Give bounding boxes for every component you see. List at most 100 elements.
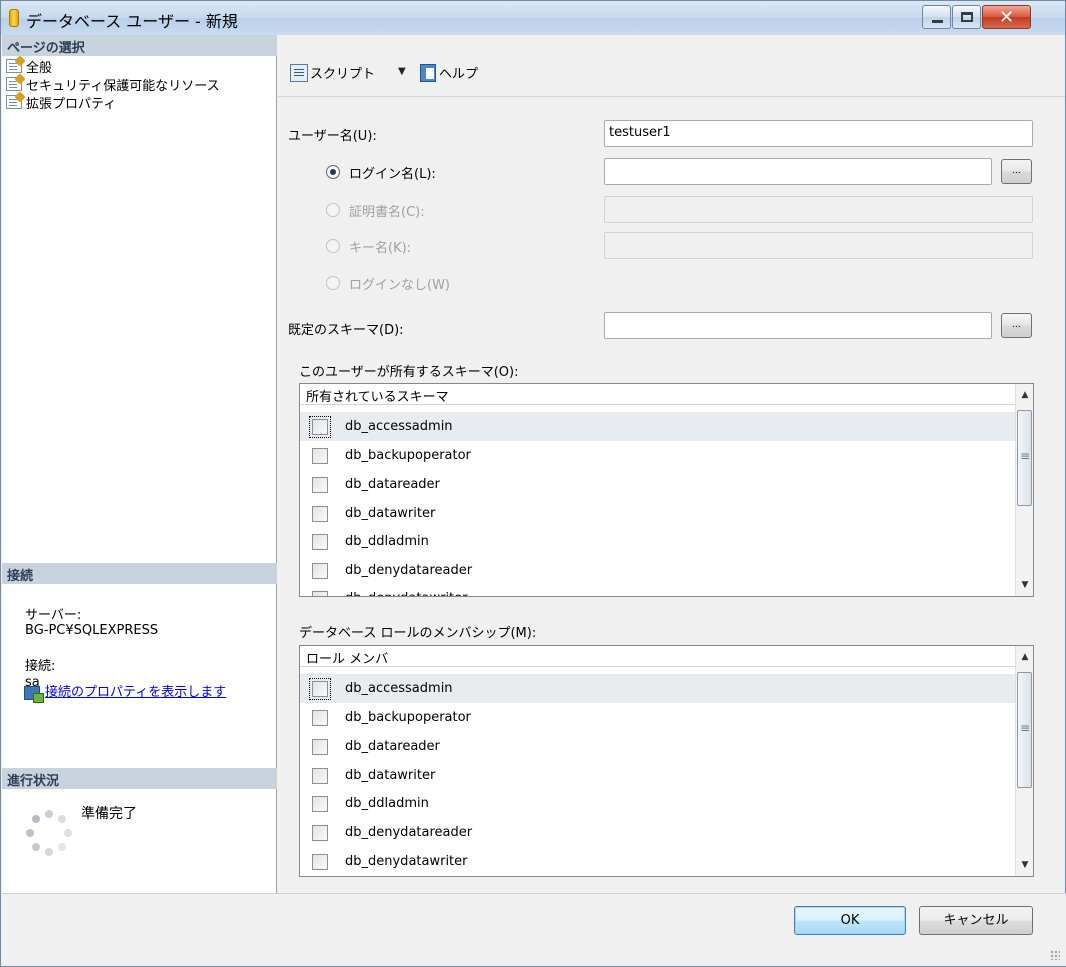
checkbox[interactable] [312, 476, 328, 493]
checkbox[interactable] [312, 447, 328, 464]
connection-label: 接続: [25, 659, 56, 674]
checkbox[interactable] [312, 795, 328, 812]
scroll-up-icon[interactable]: ▲ [1016, 648, 1033, 666]
help-label: ヘルプ [439, 67, 479, 82]
key-name-input [604, 232, 1033, 259]
username-label: ユーザー名(U): [288, 129, 377, 144]
list-item-label: db_ddladmin [345, 534, 429, 549]
checkbox[interactable] [312, 738, 328, 755]
minimize-button[interactable] [922, 5, 951, 29]
connection-properties-icon [24, 686, 44, 703]
checkbox[interactable] [312, 533, 328, 550]
checkbox[interactable] [309, 415, 331, 438]
checkbox[interactable] [312, 562, 328, 579]
close-button[interactable]: ✕ [982, 5, 1031, 29]
list-item[interactable]: db_datareader [300, 470, 1015, 499]
cert-name-radio[interactable] [326, 203, 340, 217]
checkbox[interactable] [312, 767, 328, 784]
list-item[interactable]: db_denydatareader [300, 818, 1015, 847]
view-connection-properties-link[interactable]: 接続のプロパティを表示します [45, 685, 260, 700]
login-name-browse-button[interactable]: ... [1001, 159, 1032, 184]
script-dropdown-arrow-icon[interactable]: ▼ [398, 66, 406, 77]
owned-schemas-column-header[interactable]: 所有されているスキーマ [300, 384, 1015, 405]
minimize-icon [932, 20, 943, 23]
checkbox[interactable] [312, 853, 328, 870]
list-item[interactable]: db_accessadmin [300, 412, 1015, 441]
close-icon: ✕ [999, 7, 1015, 28]
scroll-thumb[interactable] [1017, 410, 1032, 506]
page-icon [6, 95, 22, 109]
list-item-label: db_datareader [345, 739, 440, 754]
list-item[interactable]: db_backupoperator [300, 441, 1015, 470]
cancel-button[interactable]: キャンセル [919, 906, 1033, 935]
default-schema-browse-button[interactable]: ... [1001, 313, 1032, 338]
list-item[interactable]: db_denydatawriter [300, 584, 1015, 596]
list-item-label: db_accessadmin [345, 681, 453, 696]
owned-schemas-label: このユーザーが所有するスキーマ(O): [299, 365, 519, 380]
scroll-down-icon[interactable]: ▼ [1016, 576, 1033, 594]
scroll-down-icon[interactable]: ▼ [1016, 856, 1033, 874]
default-schema-input[interactable] [604, 312, 992, 339]
database-icon [9, 9, 19, 27]
page-label-general: 全般 [26, 56, 53, 76]
list-item-label: db_denydatareader [345, 563, 473, 578]
list-item[interactable]: db_accessadmin [300, 674, 1015, 703]
list-item[interactable]: db_datareader [300, 732, 1015, 761]
checkbox[interactable] [312, 709, 328, 726]
resize-grip-icon[interactable] [1050, 950, 1060, 960]
list-item-label: db_ddladmin [345, 796, 429, 811]
owned-schemas-scrollbar[interactable]: ▲ ▼ [1015, 384, 1033, 596]
page-item-securables[interactable]: セキュリティ保護可能なリソース [6, 75, 220, 94]
ok-button[interactable]: OK [794, 906, 906, 935]
owned-schemas-list[interactable]: 所有されているスキーマ db_accessadmin db_backupoper… [299, 383, 1034, 597]
dialog-window: データベース ユーザー - 新規 ✕ ページの選択 全般 セキュリティ保護可能な… [0, 0, 1066, 967]
page-item-general[interactable]: 全般 [6, 56, 53, 76]
pages-header: ページの選択 [2, 35, 277, 56]
role-membership-list[interactable]: ロール メンバ db_accessadmin db_backupoperator… [299, 645, 1034, 877]
list-item-label: db_denydatawriter [345, 854, 468, 869]
script-icon [290, 63, 308, 82]
scroll-thumb[interactable] [1017, 672, 1032, 788]
maximize-button[interactable] [952, 5, 981, 29]
key-name-label: キー名(K): [349, 241, 412, 256]
list-item[interactable]: db_datawriter [300, 499, 1015, 528]
help-button[interactable]: ヘルプ [420, 63, 478, 82]
list-item[interactable]: db_ddladmin [300, 527, 1015, 556]
script-label: スクリプト [310, 67, 376, 82]
role-membership-label: データベース ロールのメンバシップ(M): [299, 626, 537, 641]
toolbar: スクリプト ▼ ヘルプ [278, 35, 1065, 97]
scroll-up-icon[interactable]: ▲ [1016, 386, 1033, 404]
role-membership-scrollbar[interactable]: ▲ ▼ [1015, 646, 1033, 876]
login-name-radio[interactable] [326, 165, 340, 179]
role-membership-column-header[interactable]: ロール メンバ [300, 646, 1015, 667]
window-title: データベース ユーザー - 新規 [26, 12, 238, 31]
list-item-label: db_accessadmin [345, 419, 453, 434]
no-login-radio[interactable] [326, 276, 340, 290]
maximize-icon [961, 12, 973, 22]
left-pane: ページの選択 全般 セキュリティ保護可能なリソース 拡張プロパティ 接続 サーバ… [2, 35, 277, 893]
list-item[interactable]: db_backupoperator [300, 703, 1015, 732]
checkbox[interactable] [312, 824, 328, 841]
username-input[interactable]: testuser1 [604, 120, 1033, 147]
list-item[interactable]: db_datawriter [300, 761, 1015, 790]
checkbox[interactable] [309, 677, 331, 700]
page-label-securables: セキュリティ保護可能なリソース [26, 78, 220, 94]
page-icon [6, 59, 22, 73]
list-item-label: db_datawriter [345, 768, 436, 783]
list-item[interactable]: db_denydatareader [300, 556, 1015, 585]
key-name-radio[interactable] [326, 239, 340, 253]
progress-spinner-icon [26, 810, 72, 856]
list-item[interactable]: db_denydatawriter [300, 847, 1015, 876]
script-button[interactable]: スクリプト [290, 63, 375, 82]
page-item-extended-properties[interactable]: 拡張プロパティ [6, 93, 116, 112]
title-bar[interactable]: データベース ユーザー - 新規 ✕ [1, 1, 1065, 35]
list-item-label: db_denydatareader [345, 825, 473, 840]
checkbox[interactable] [312, 590, 328, 596]
checkbox[interactable] [312, 505, 328, 522]
login-name-input[interactable] [604, 158, 992, 185]
list-item-label: db_datareader [345, 477, 440, 492]
default-schema-label: 既定のスキーマ(D): [288, 323, 404, 338]
cert-name-label: 証明書名(C): [349, 205, 425, 220]
no-login-label: ログインなし(W) [349, 278, 450, 293]
list-item[interactable]: db_ddladmin [300, 789, 1015, 818]
